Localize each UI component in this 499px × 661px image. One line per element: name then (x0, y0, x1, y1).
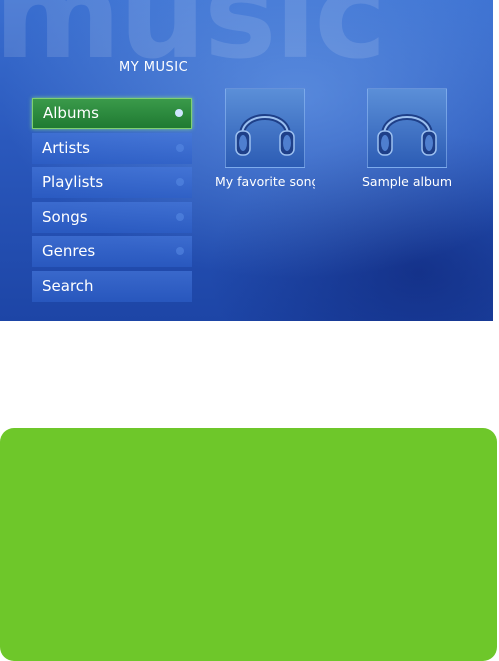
menu-item-songs[interactable]: Songs (32, 201, 192, 233)
menu-item-label: Albums (43, 104, 99, 122)
watermark-title: music (0, 0, 387, 86)
headphones-icon (235, 114, 295, 156)
media-center-screen: music MY MUSIC Albums Artists Playlists … (0, 0, 493, 321)
album-tile[interactable]: Sample album (357, 88, 457, 189)
green-panel (0, 428, 497, 661)
indicator-dot-icon (176, 212, 184, 221)
menu-item-label: Artists (42, 138, 90, 157)
headphones-icon (377, 114, 437, 156)
album-art (225, 88, 305, 168)
menu-item-label: Genres (42, 242, 96, 260)
music-menu: Albums Artists Playlists Songs Genres Se… (32, 98, 192, 305)
menu-item-label: Songs (42, 207, 88, 226)
menu-item-label: Search (42, 276, 94, 295)
album-tile[interactable]: My favorite songs (215, 88, 315, 189)
menu-item-albums[interactable]: Albums (32, 98, 192, 129)
menu-item-genres[interactable]: Genres (32, 236, 192, 267)
indicator-dot-icon (176, 178, 184, 186)
album-title: Sample album (361, 174, 452, 189)
indicator-dot-icon (176, 143, 184, 152)
indicator-dot-icon (176, 247, 184, 255)
menu-item-playlists[interactable]: Playlists (32, 167, 192, 198)
album-title: My favorite songs (215, 174, 315, 189)
page-title: MY MUSIC (119, 60, 189, 75)
album-art (367, 88, 447, 168)
selected-indicator-icon (175, 109, 183, 117)
menu-item-label: Playlists (42, 173, 104, 191)
menu-item-artists[interactable]: Artists (32, 132, 192, 164)
menu-item-search[interactable]: Search (32, 270, 192, 302)
